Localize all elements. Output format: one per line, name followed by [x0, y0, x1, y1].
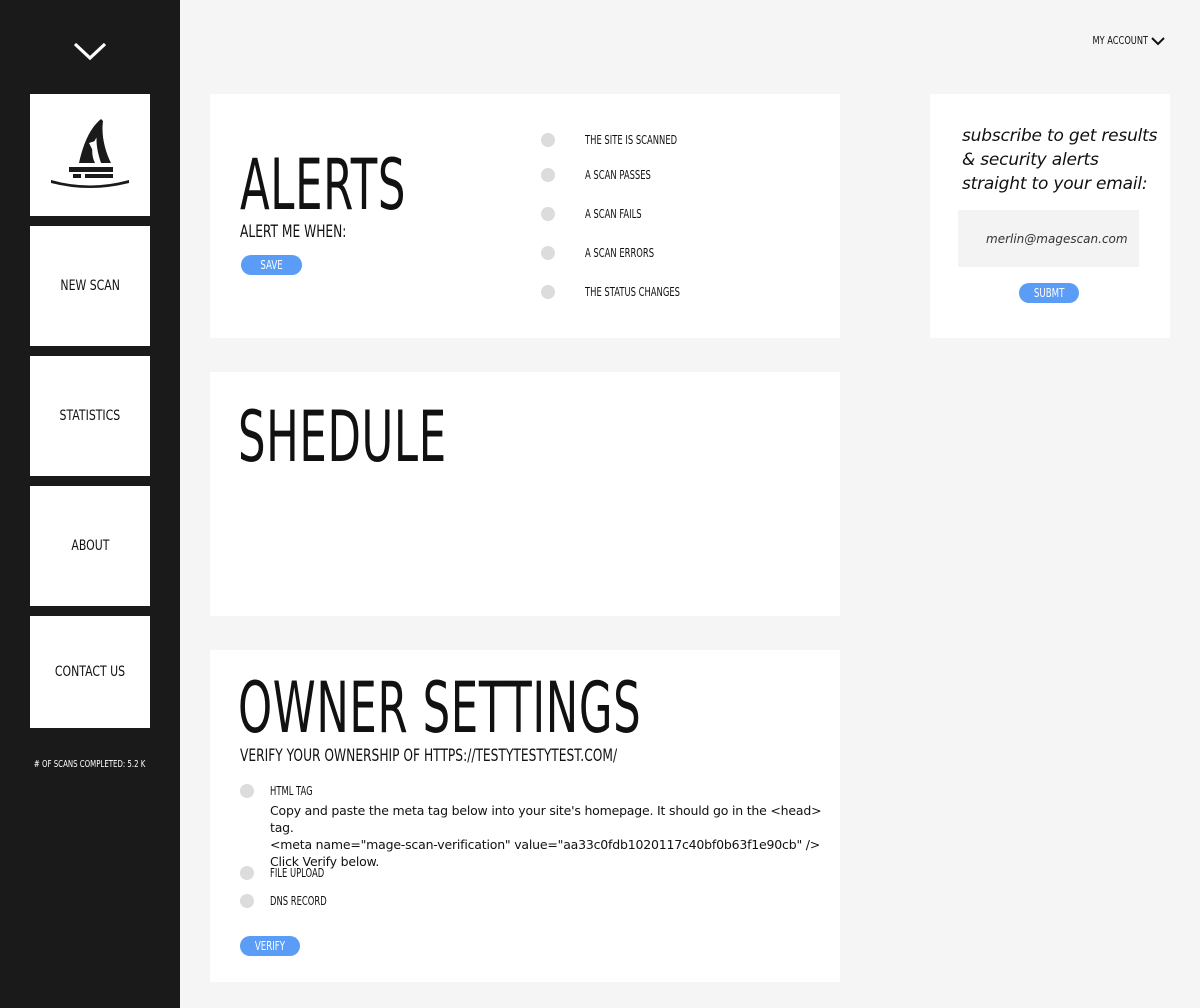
schedule-title: SHEDULE — [238, 396, 447, 478]
alert-option-scan-errors[interactable]: A SCAN ERRORS — [541, 246, 684, 260]
alert-option-label: A SCAN FAILS — [585, 207, 642, 221]
alert-option-label: THE STATUS CHANGES — [585, 285, 680, 299]
verify-option-label: HTML TAG — [270, 784, 313, 798]
owner-settings-card: OWNER SETTINGS VERIFY YOUR OWNERSHIP OF … — [210, 650, 840, 982]
verify-radio[interactable] — [240, 866, 254, 880]
verify-button[interactable]: VERIFY — [240, 936, 300, 956]
nav-new-scan[interactable]: NEW SCAN — [30, 226, 150, 346]
alerts-card: ALERTS ALERT ME WHEN: SAVE THE SITE IS S… — [210, 94, 840, 338]
alert-option-scan-fails[interactable]: A SCAN FAILS — [541, 207, 666, 221]
schedule-card: SHEDULE — [210, 372, 840, 616]
html-tag-instructions: Copy and paste the meta tag below into y… — [270, 802, 830, 870]
alert-radio[interactable] — [541, 133, 555, 147]
verify-option-label: DNS RECORD — [270, 894, 327, 908]
meta-tag-code: <meta name="mage-scan-verification" valu… — [270, 837, 821, 852]
logo-tile[interactable] — [30, 94, 150, 216]
owner-settings-title: OWNER SETTINGS — [238, 667, 642, 749]
alert-radio[interactable] — [541, 168, 555, 182]
sidebar: NEW SCAN STATISTICS ABOUT CONTACT US # O… — [0, 0, 180, 1008]
sidebar-collapse-button[interactable] — [70, 34, 110, 68]
alert-option-status-changes[interactable]: THE STATUS CHANGES — [541, 285, 721, 299]
alert-option-scan-passes[interactable]: A SCAN PASSES — [541, 168, 679, 182]
nav-statistics-label: STATISTICS — [59, 408, 121, 424]
alert-radio[interactable] — [541, 207, 555, 221]
my-account-menu[interactable]: MY ACCOUNT — [1074, 34, 1166, 47]
verify-button-label: VERIFY — [254, 939, 286, 953]
alert-option-site-scanned[interactable]: THE SITE IS SCANNED — [541, 133, 717, 147]
scans-completed-text: # OF SCANS COMPLETED: 5.2 K — [34, 759, 146, 770]
alert-option-label: A SCAN ERRORS — [585, 246, 655, 260]
verify-radio[interactable] — [240, 784, 254, 798]
alerts-save-button[interactable]: SAVE — [241, 255, 302, 275]
alert-option-label: A SCAN PASSES — [585, 168, 651, 182]
nav-contact-us[interactable]: CONTACT US — [30, 616, 150, 728]
alert-radio[interactable] — [541, 285, 555, 299]
alerts-subtitle: ALERT ME WHEN: — [240, 222, 347, 242]
chevron-down-icon — [1151, 36, 1165, 45]
submit-button-label: SUBMT — [1033, 286, 1065, 300]
nav-contact-us-label: CONTACT US — [54, 664, 126, 680]
instruction-line: Click Verify below. — [270, 854, 380, 869]
subscribe-text: subscribe to get results & security aler… — [962, 126, 1158, 194]
verify-option-html-tag[interactable]: HTML TAG — [240, 784, 331, 798]
nav-statistics[interactable]: STATISTICS — [30, 356, 150, 476]
nav-about[interactable]: ABOUT — [30, 486, 150, 606]
scans-completed-count: # OF SCANS COMPLETED: 5.2 K — [0, 759, 180, 770]
submit-button[interactable]: SUBMT — [1019, 283, 1079, 303]
subscribe-card: subscribe to get results & security aler… — [930, 94, 1170, 338]
instruction-line: Copy and paste the meta tag below into y… — [270, 803, 822, 835]
alerts-save-label: SAVE — [260, 258, 283, 272]
verify-option-file-upload[interactable]: FILE UPLOAD — [240, 866, 347, 880]
chevron-down-icon — [73, 42, 107, 61]
wizard-hat-icon — [51, 119, 129, 188]
nav-about-label: ABOUT — [70, 538, 110, 554]
my-account-label: MY ACCOUNT — [1092, 34, 1148, 47]
alert-radio[interactable] — [541, 246, 555, 260]
verify-option-label: FILE UPLOAD — [270, 866, 325, 880]
alerts-title: ALERTS — [240, 144, 407, 226]
alert-option-label: THE SITE IS SCANNED — [585, 133, 678, 147]
verify-option-dns-record[interactable]: DNS RECORD — [240, 894, 351, 908]
ownership-verify-subtitle: VERIFY YOUR OWNERSHIP OF HTTPS://TESTYTE… — [240, 746, 618, 766]
verify-radio[interactable] — [240, 894, 254, 908]
nav-new-scan-label: NEW SCAN — [60, 278, 120, 294]
email-field[interactable] — [958, 210, 1139, 267]
